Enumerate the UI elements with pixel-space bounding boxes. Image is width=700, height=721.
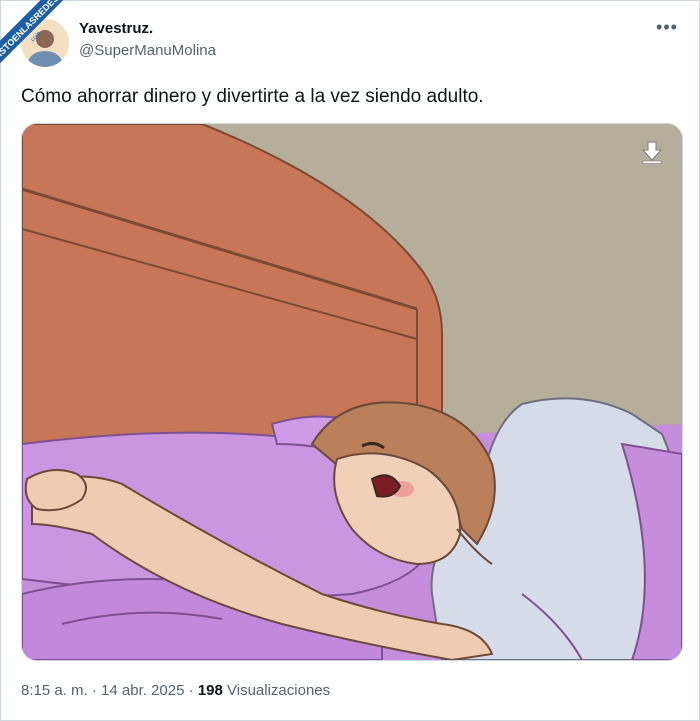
tweet-meta: 8:15 a. m. · 14 abr. 2025 · 198 Visualiz… (21, 682, 330, 699)
tweet-date[interactable]: 14 abr. 2025 (101, 682, 184, 699)
watermark-suffix: .com (29, 31, 42, 44)
download-arrow-icon (641, 141, 663, 164)
more-horizontal-icon: ••• (656, 17, 678, 37)
media-illustration (22, 124, 682, 660)
author-display-name[interactable]: Yavestruz. (79, 20, 153, 37)
more-options-button[interactable]: ••• (655, 17, 679, 37)
download-button[interactable] (638, 138, 666, 166)
author-handle[interactable]: @SuperManuMolina (79, 42, 216, 59)
tweet-time[interactable]: 8:15 a. m. (21, 682, 88, 699)
meta-separator: · (91, 682, 97, 699)
views-count: 198 (197, 682, 223, 699)
tweet-media[interactable] (21, 123, 683, 661)
tweet-text: Cómo ahorrar dinero y divertirte a la ve… (21, 86, 484, 107)
watermark-logo: VISTOENLASREDES .com (0, 0, 67, 69)
meta-separator-2: · (188, 682, 194, 699)
views-label: Visualizaciones (227, 682, 331, 699)
tweet-card: VISTOENLASREDES .com Yavestruz. @SuperMa… (0, 0, 700, 721)
